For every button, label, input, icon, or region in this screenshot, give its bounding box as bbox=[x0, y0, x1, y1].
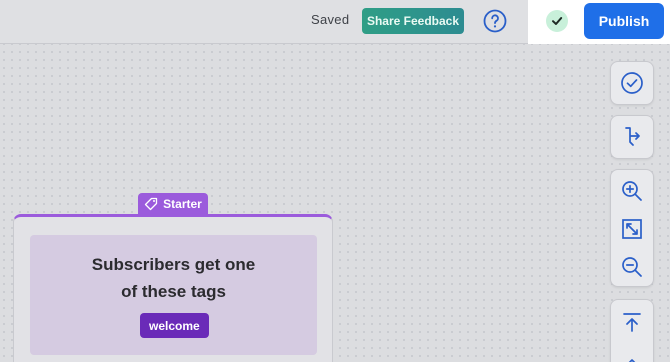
zoom-in-icon[interactable] bbox=[611, 173, 653, 209]
navigate-tool-card bbox=[610, 299, 654, 362]
starter-node[interactable]: Subscribers get one of these tags welcom… bbox=[13, 214, 333, 362]
tag-pill-welcome[interactable]: welcome bbox=[140, 313, 209, 338]
trigger-title: Subscribers get one of these tags bbox=[30, 251, 317, 305]
trigger-title-line-1: Subscribers get one bbox=[91, 255, 256, 274]
trigger-title-line-2: of these tags bbox=[121, 282, 226, 301]
zoom-out-icon[interactable] bbox=[611, 249, 653, 285]
share-feedback-button[interactable]: Share Feedback bbox=[362, 8, 464, 34]
top-header: Saved Share Feedback Publish bbox=[0, 0, 670, 44]
chevron-up-icon[interactable] bbox=[611, 344, 653, 362]
starter-badge: Starter bbox=[138, 193, 208, 215]
flow-tool-card bbox=[610, 115, 654, 159]
arrow-to-top-icon[interactable] bbox=[611, 304, 653, 340]
publish-panel: Publish bbox=[528, 0, 670, 44]
flow-branch-icon[interactable] bbox=[611, 119, 653, 155]
trigger-panel[interactable]: Subscribers get one of these tags welcom… bbox=[30, 235, 317, 355]
starter-badge-label: Starter bbox=[163, 197, 202, 211]
validate-tool-card bbox=[610, 61, 654, 105]
check-circle-icon[interactable] bbox=[611, 65, 653, 101]
publish-button[interactable]: Publish bbox=[584, 3, 664, 39]
tag-icon bbox=[145, 197, 158, 211]
help-icon[interactable] bbox=[483, 9, 507, 33]
zoom-tool-card bbox=[610, 169, 654, 287]
saved-check-icon bbox=[546, 10, 568, 32]
save-status: Saved bbox=[311, 12, 350, 27]
fit-screen-icon[interactable] bbox=[611, 211, 653, 247]
